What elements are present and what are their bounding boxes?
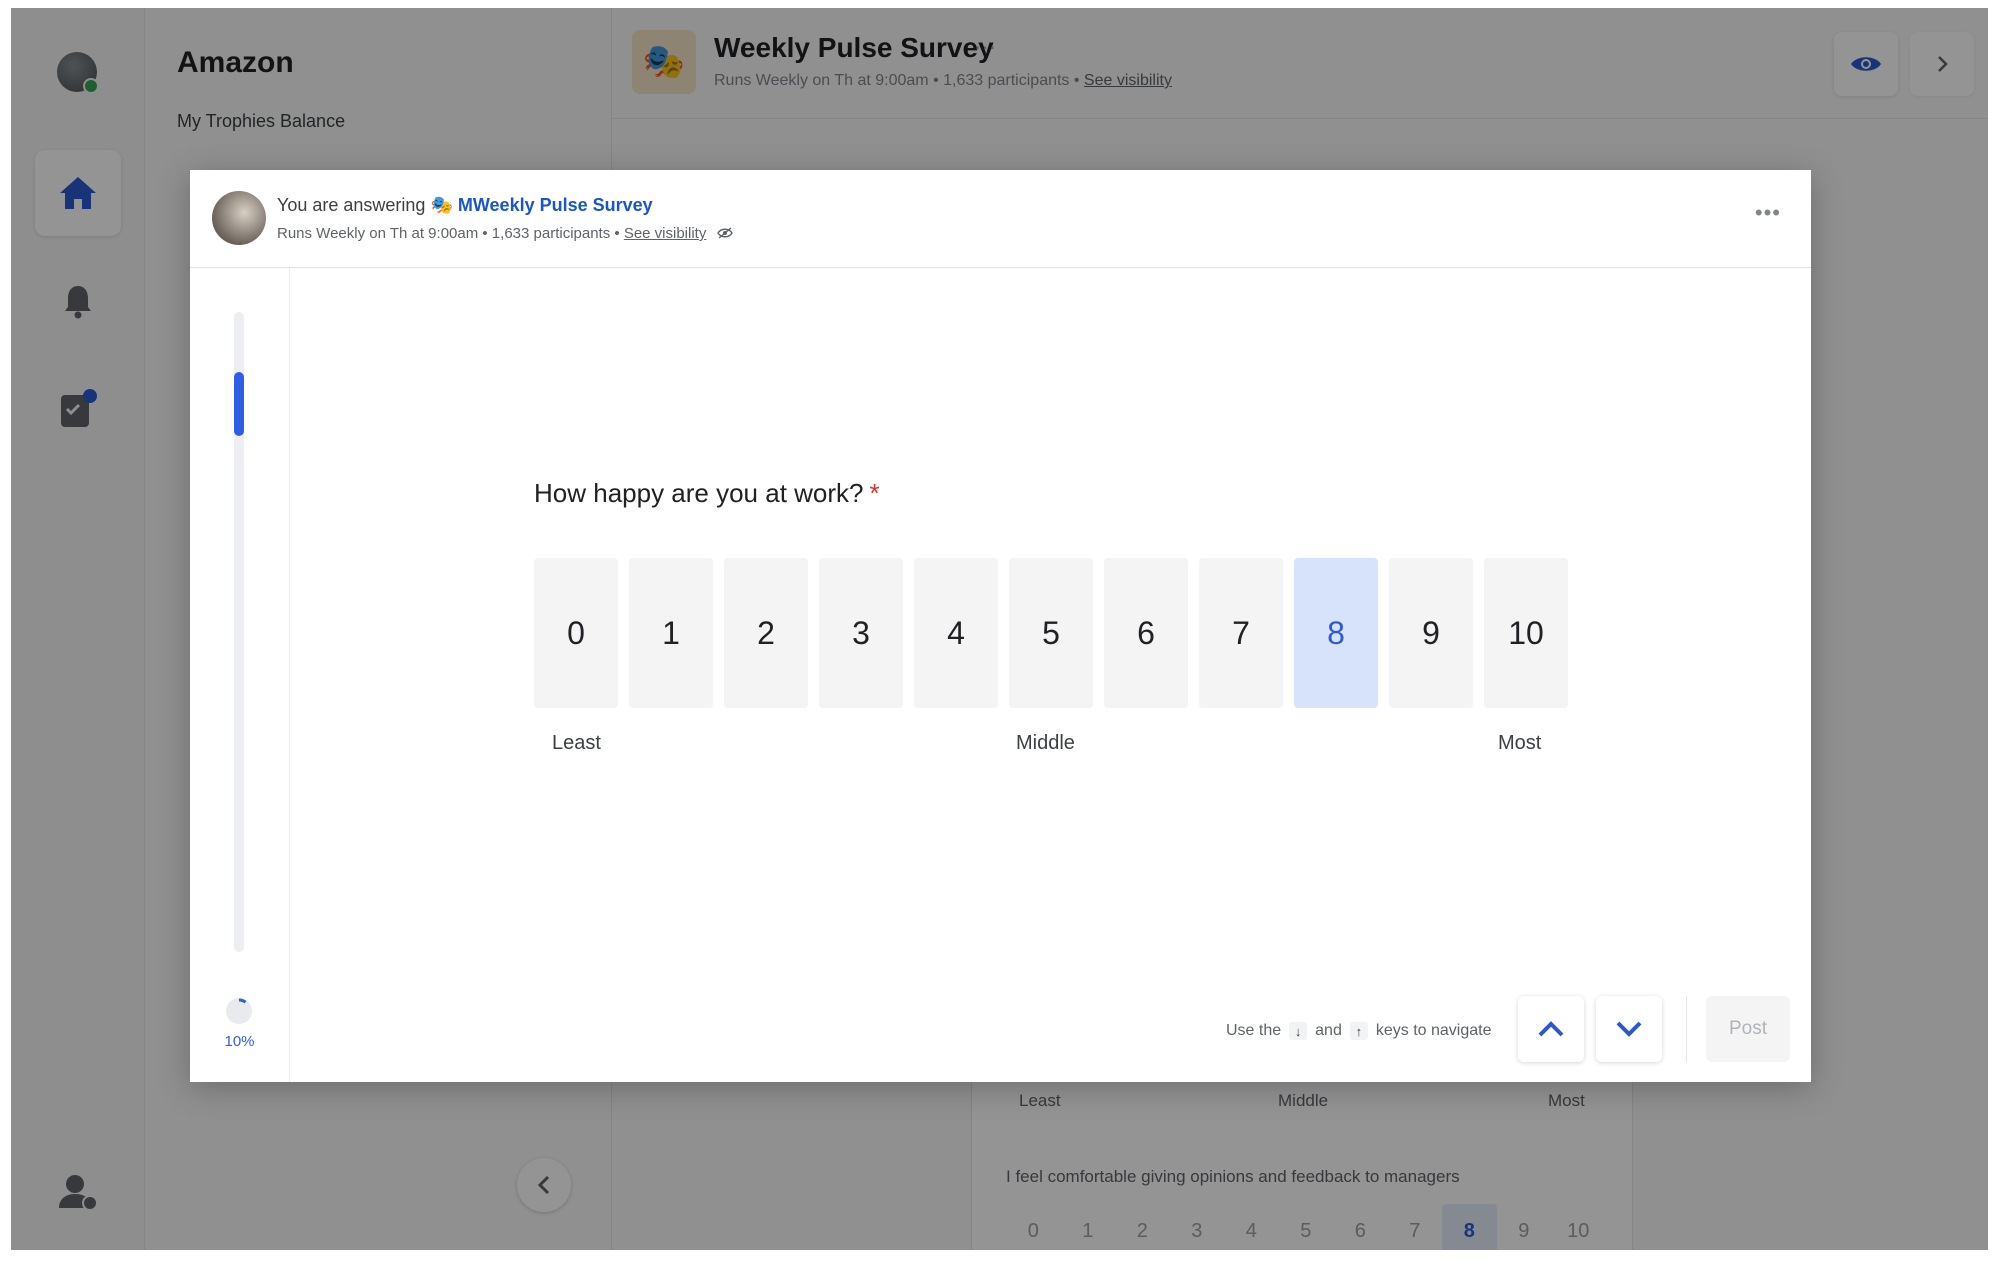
modal-subtitle-text: Runs Weekly on Th at 9:00am • 1,633 part… <box>277 225 624 242</box>
rating-option-1[interactable]: 1 <box>629 558 713 708</box>
chevron-up-icon <box>1538 1021 1564 1037</box>
rating-option-5[interactable]: 5 <box>1009 558 1093 708</box>
hint-suffix: keys to navigate <box>1375 1022 1492 1039</box>
modal-header: You are answering 🎭 MWeekly Pulse Survey… <box>190 170 1811 268</box>
progress-percent: 10% <box>224 1033 255 1050</box>
progress-fill <box>234 372 244 436</box>
rating-option-10[interactable]: 10 <box>1484 558 1568 708</box>
chevron-down-icon <box>1616 1021 1642 1037</box>
keyboard-hint: Use the ↓ and ↑ keys to navigate <box>1226 1022 1491 1040</box>
modal-subtitle: Runs Weekly on Th at 9:00am • 1,633 part… <box>277 225 733 242</box>
progress-track <box>234 312 244 952</box>
survey-emoji-icon: 🎭 <box>430 195 453 215</box>
scale-most-label: Most <box>1498 732 1542 754</box>
post-button[interactable]: Post <box>1706 996 1790 1062</box>
eye-off-icon <box>716 227 733 239</box>
rating-option-6[interactable]: 6 <box>1104 558 1188 708</box>
arrow-down-key-icon: ↓ <box>1289 1022 1308 1040</box>
hint-prefix: Use the <box>1226 1022 1282 1039</box>
rating-option-7[interactable]: 7 <box>1199 558 1283 708</box>
answer-modal: You are answering 🎭 MWeekly Pulse Survey… <box>190 170 1811 1082</box>
rating-option-3[interactable]: 3 <box>819 558 903 708</box>
question-title: How happy are you at work? * <box>534 478 880 509</box>
previous-question-button[interactable] <box>1518 996 1584 1062</box>
next-question-button[interactable] <box>1596 996 1662 1062</box>
hint-and: and <box>1315 1022 1342 1039</box>
author-avatar <box>212 191 266 245</box>
progress-sidebar: 10% <box>190 268 290 1082</box>
button-divider <box>1686 996 1687 1062</box>
survey-name-link[interactable]: MWeekly Pulse Survey <box>458 195 653 215</box>
rating-option-2[interactable]: 2 <box>724 558 808 708</box>
rating-option-0[interactable]: 0 <box>534 558 618 708</box>
rating-option-8[interactable]: 8 <box>1294 558 1378 708</box>
rating-option-4[interactable]: 4 <box>914 558 998 708</box>
rating-option-9[interactable]: 9 <box>1389 558 1473 708</box>
required-marker: * <box>869 478 880 508</box>
answering-line: You are answering 🎭 MWeekly Pulse Survey <box>277 195 653 216</box>
scale-least-label: Least <box>552 732 601 754</box>
rating-scale: 0 1 2 3 4 5 6 7 8 9 10 <box>534 558 1568 708</box>
progress-ring-icon <box>226 998 252 1024</box>
more-options-icon[interactable]: ••• <box>1755 200 1781 226</box>
see-visibility-link[interactable]: See visibility <box>624 225 707 242</box>
question-text: How happy are you at work? <box>534 478 864 508</box>
scale-middle-label: Middle <box>1016 732 1075 754</box>
arrow-up-key-icon: ↑ <box>1349 1022 1368 1040</box>
answering-prefix: You are answering <box>277 195 431 215</box>
